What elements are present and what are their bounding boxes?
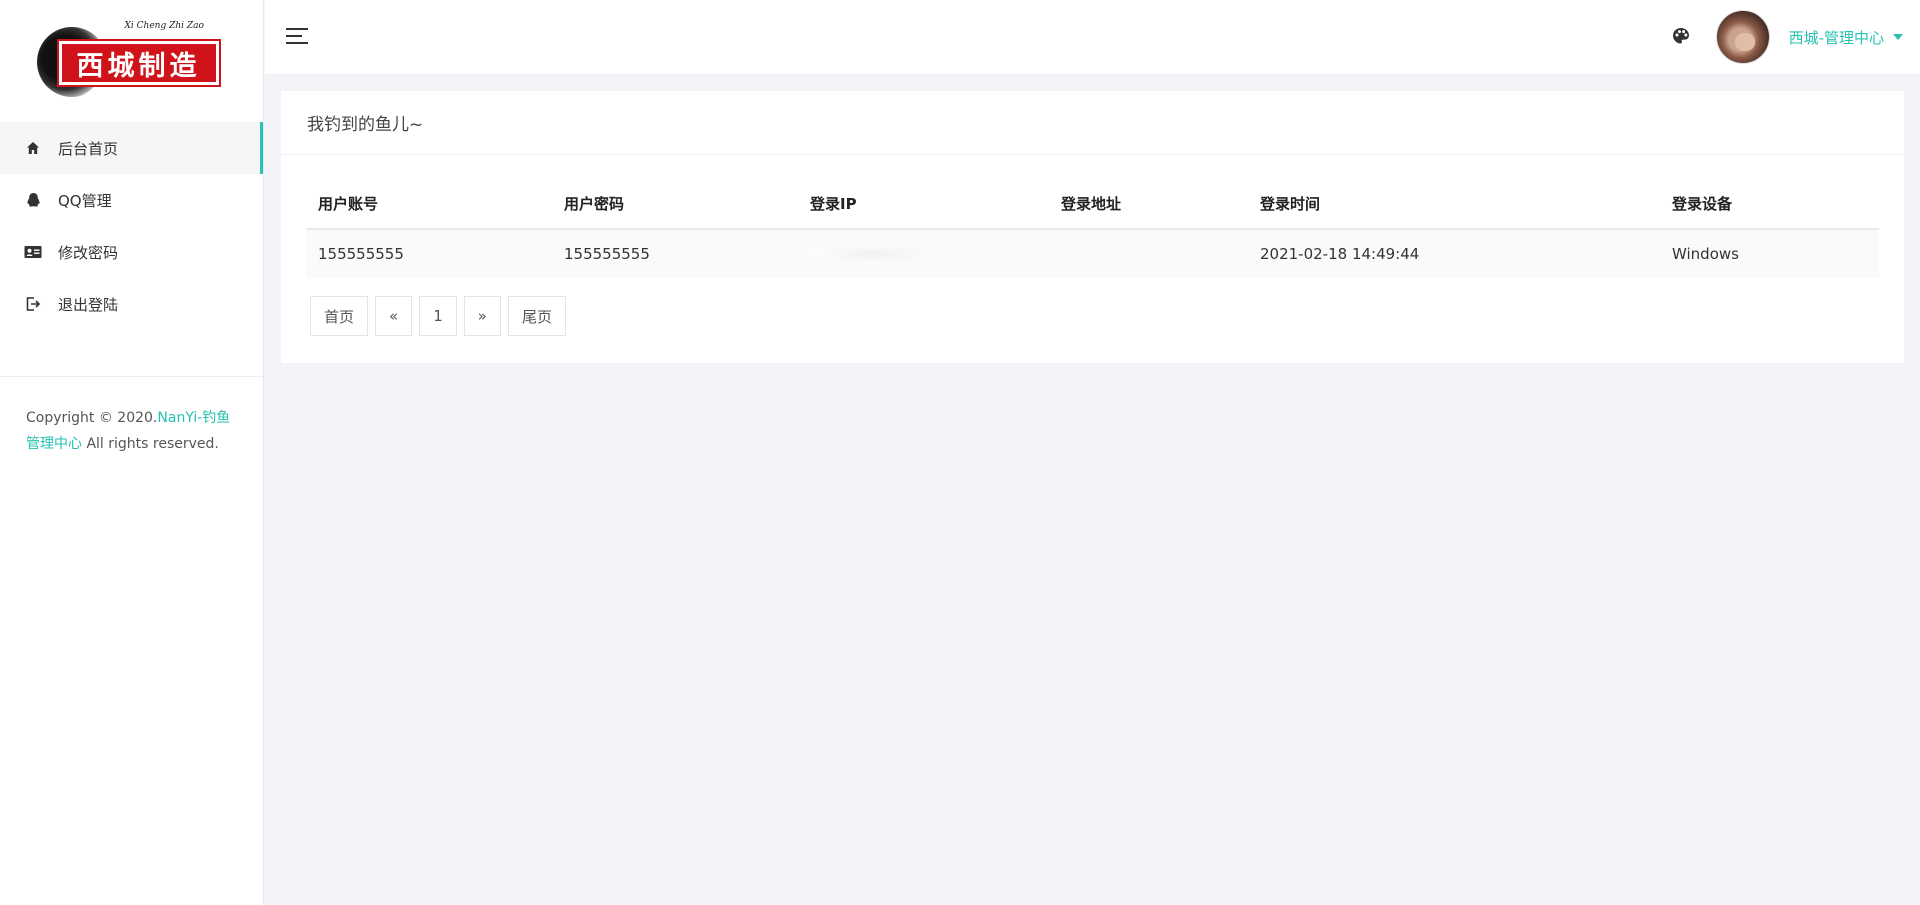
sidebar-item-label: QQ管理: [58, 191, 112, 210]
table-header-row: 用户账号 用户密码 登录IP 登录地址 登录时间 登录设备: [306, 179, 1879, 230]
sidebar-item-label: 修改密码: [58, 243, 119, 262]
palette-icon[interactable]: [1671, 26, 1691, 46]
sidebar-item-logout[interactable]: 退出登陆: [0, 278, 263, 330]
user-menu-name[interactable]: 西城-管理中心: [1789, 27, 1884, 48]
id-card-icon: [24, 243, 42, 261]
cell-location: [1049, 229, 1248, 278]
sidebar: Xi Cheng Zhi Zao 西城制造 后台首页 QQ管理 修改密码 退出登…: [0, 0, 264, 905]
sidebar-item-label: 退出登陆: [58, 295, 119, 314]
sidebar-item-change-password[interactable]: 修改密码: [0, 226, 263, 278]
next-page-button[interactable]: »: [463, 296, 501, 336]
column-header-device: 登录设备: [1660, 179, 1879, 230]
sidebar-item-qq[interactable]: QQ管理: [0, 174, 263, 226]
column-header-account: 用户账号: [306, 179, 552, 230]
chevron-down-icon[interactable]: [1893, 34, 1903, 40]
menu-toggle-icon[interactable]: [286, 28, 308, 44]
sidebar-menu: 后台首页 QQ管理 修改密码 退出登陆: [0, 122, 263, 330]
login-records-table: 用户账号 用户密码 登录IP 登录地址 登录时间 登录设备 155555555 …: [306, 179, 1879, 278]
logout-icon: [24, 295, 42, 313]
prev-page-button[interactable]: «: [375, 296, 413, 336]
top-header: 西城-管理中心: [265, 0, 1920, 75]
cell-time: 2021-02-18 14:49:44: [1260, 245, 1420, 263]
avatar[interactable]: [1716, 10, 1770, 64]
home-icon: [24, 139, 42, 157]
table-container: 用户账号 用户密码 登录IP 登录地址 登录时间 登录设备 155555555 …: [306, 179, 1879, 278]
copyright: Copyright © 2020.NanYi-钓鱼管理中心 All rights…: [0, 377, 263, 457]
cell-password: 155555555: [564, 245, 650, 263]
column-header-time: 登录时间: [1248, 179, 1660, 230]
table-row: 155555555 155555555 2021-02-18 14:49:44 …: [306, 229, 1879, 278]
column-header-ip: 登录IP: [798, 179, 1049, 230]
pagination: 首页 « 1 » 尾页: [310, 296, 566, 336]
sidebar-item-label: 后台首页: [58, 139, 119, 158]
cell-ip: [798, 229, 1049, 278]
card-title: 我钓到的鱼儿~: [281, 91, 1904, 155]
copyright-suffix: All rights reserved.: [82, 436, 219, 452]
cell-device: Windows: [1672, 245, 1739, 263]
logo[interactable]: Xi Cheng Zhi Zao 西城制造: [0, 0, 263, 118]
cell-account: 155555555: [318, 245, 404, 263]
column-header-location: 登录地址: [1049, 179, 1248, 230]
logo-image: Xi Cheng Zhi Zao 西城制造: [36, 19, 227, 99]
column-header-password: 用户密码: [552, 179, 798, 230]
fish-list-card: 我钓到的鱼儿~ 用户账号 用户密码 登录IP 登录地址 登录时间 登录设备 15…: [281, 91, 1904, 363]
ip-redacted: [810, 249, 930, 259]
qq-icon: [24, 191, 42, 209]
copyright-prefix: Copyright © 2020.: [26, 410, 158, 426]
last-page-button[interactable]: 尾页: [507, 296, 566, 336]
sidebar-item-home[interactable]: 后台首页: [0, 122, 263, 174]
logo-text: 西城制造: [76, 50, 201, 82]
first-page-button[interactable]: 首页: [310, 296, 369, 336]
logo-script: Xi Cheng Zhi Zao: [124, 21, 204, 31]
page-number-button[interactable]: 1: [419, 296, 457, 336]
logo-seal: 西城制造: [56, 39, 221, 87]
